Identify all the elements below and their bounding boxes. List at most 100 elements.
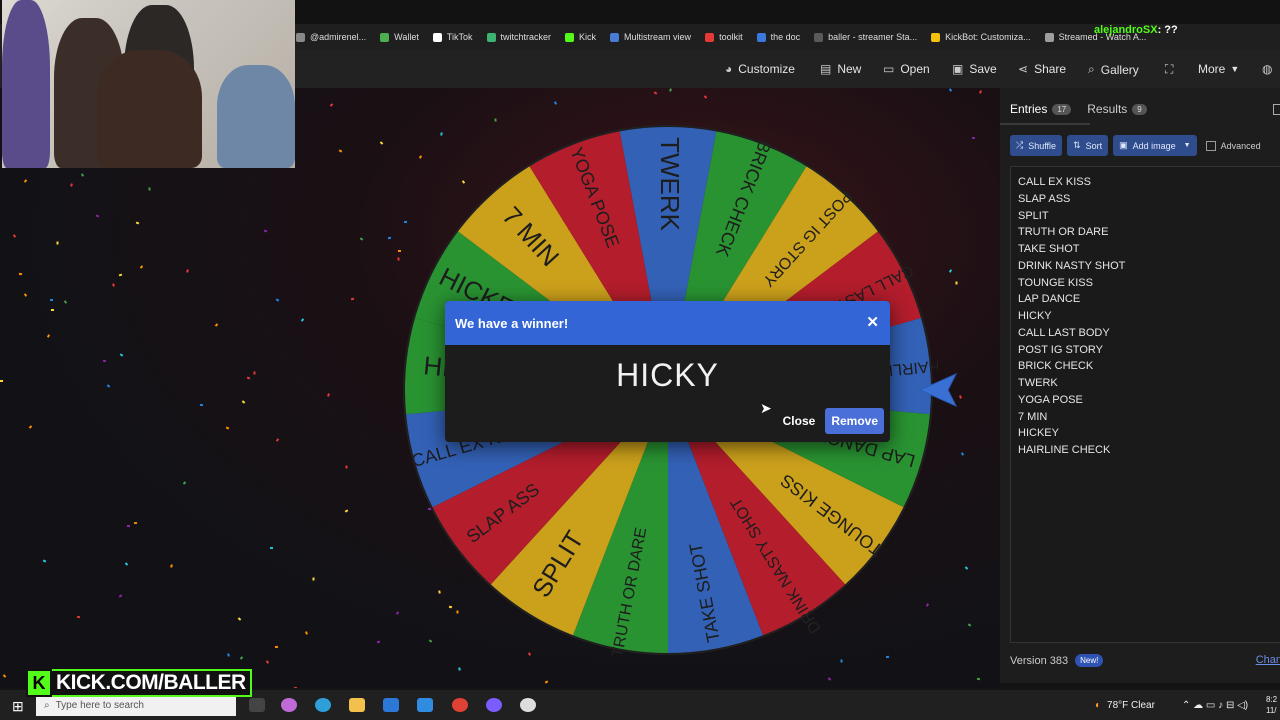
shuffle-button[interactable]: ⤮ Shuffle	[1010, 135, 1063, 156]
entry-line: 7 MIN	[1018, 410, 1048, 423]
confetti-piece	[118, 273, 123, 277]
system-tray-icons[interactable]: ⌃ ☁ ▭ ♪ ⊟ ◁)	[1182, 700, 1248, 711]
entry-line: DRINK NASTY SHOT	[1018, 259, 1126, 272]
confetti-piece	[133, 521, 138, 525]
task-view-icon[interactable]	[249, 698, 265, 712]
confetti-piece	[544, 680, 549, 684]
confetti-piece	[76, 615, 81, 619]
confetti-piece	[18, 272, 23, 276]
confetti-piece	[274, 645, 279, 649]
confetti-piece	[0, 380, 3, 382]
confetti-piece	[70, 183, 73, 187]
confetti-piece	[112, 283, 115, 287]
confetti-piece	[182, 481, 187, 485]
sort-icon: ⇅	[1073, 140, 1081, 150]
windows-start-icon[interactable]: ⊞	[12, 698, 24, 715]
mail-icon[interactable]	[417, 698, 433, 712]
entry-line: TRUTH OR DARE	[1018, 226, 1109, 239]
image-icon: ▣	[1119, 140, 1128, 150]
confetti-piece	[23, 293, 28, 297]
bookmark-item[interactable]: TikTok	[432, 32, 473, 42]
weather-widget[interactable]: ◐ 78°F Clear	[1095, 700, 1155, 711]
discord-icon[interactable]	[486, 698, 502, 712]
save-button[interactable]: ▣ Save	[952, 62, 997, 76]
bookmark-item[interactable]: the doc	[756, 32, 800, 42]
bookmark-icon	[931, 32, 941, 42]
weather-icon: ◐	[1095, 700, 1102, 711]
bookmark-icon	[565, 32, 575, 42]
bookmark-item[interactable]: @admirenel...	[296, 32, 366, 42]
more-button[interactable]: More ▼	[1198, 62, 1239, 76]
sort-button[interactable]: ⇅ Sort	[1067, 135, 1109, 156]
dialog-header: We have a winner! ✕	[445, 301, 890, 345]
confetti-piece	[269, 546, 274, 550]
new-button[interactable]: ▤ New	[820, 62, 861, 76]
version-label: Version 383 New!	[1010, 654, 1104, 667]
bookmark-item[interactable]: Multistream view	[610, 32, 691, 42]
changelog-link[interactable]: Chan	[1256, 654, 1280, 666]
confetti-piece	[344, 509, 349, 513]
confetti-piece	[300, 318, 305, 322]
edge-icon[interactable]	[315, 698, 331, 712]
share-button[interactable]: ⋖ Share	[1018, 62, 1066, 76]
store-icon[interactable]	[383, 698, 399, 712]
checkbox-box[interactable]	[1205, 140, 1216, 151]
confetti-piece	[553, 101, 558, 105]
bookmark-icon	[296, 32, 305, 42]
confetti-piece	[80, 173, 85, 177]
person-figure	[2, 0, 50, 168]
fullscreen-button[interactable]: ⛶	[1165, 62, 1179, 77]
confetti-piece	[329, 103, 334, 107]
bookmark-item[interactable]: Wallet	[380, 32, 419, 42]
remove-button[interactable]: Remove	[825, 408, 884, 434]
obs-icon[interactable]	[520, 698, 536, 712]
hide-panel-icon[interactable]	[1273, 104, 1280, 115]
confetti-piece	[345, 465, 348, 469]
confetti-piece	[50, 308, 55, 312]
tab-results[interactable]: Results 9	[1087, 102, 1147, 116]
confetti-piece	[237, 617, 242, 621]
bookmark-item[interactable]: twitchtracker	[486, 32, 551, 42]
entry-line: SLAP ASS	[1018, 192, 1071, 205]
customize-button[interactable]: ◕ Customize	[725, 62, 795, 76]
add-image-button[interactable]: ▣ Add image ▼	[1113, 135, 1197, 156]
chrome-icon[interactable]	[452, 698, 468, 712]
bookmark-icon	[756, 32, 766, 42]
entries-panel: Entries 17 Results 9 ⤮ Shuffle ⇅ Sort ▣ Add i…	[1000, 88, 1280, 683]
advanced-checkbox[interactable]: Advanced	[1205, 135, 1261, 156]
bookmark-icon	[705, 32, 715, 42]
copilot-icon[interactable]	[281, 698, 297, 712]
gallery-button[interactable]: ⌕ Gallery	[1088, 62, 1139, 77]
confetti-piece	[46, 334, 51, 338]
kick-overlay-banner: K KICK.COM/BALLER	[26, 668, 252, 698]
confetti-piece	[967, 623, 972, 627]
entry-line: LAP DANCE	[1018, 293, 1081, 306]
confetti-piece	[246, 376, 251, 380]
open-button[interactable]: ▭ Open	[883, 62, 930, 76]
language-button[interactable]: ◍	[1262, 62, 1278, 76]
close-icon[interactable]: ✕	[866, 313, 879, 331]
share-icon: ⋖	[1018, 62, 1029, 76]
entries-textarea[interactable]: CALL EX KISS SLAP ASS SPLIT TRUTH OR DARE TA…	[1010, 166, 1280, 643]
confetti-piece	[293, 686, 298, 688]
bookmark-item[interactable]: toolkit	[705, 32, 743, 42]
close-button[interactable]: Close	[773, 408, 826, 434]
entry-line: YOGA POSE	[1018, 393, 1083, 406]
confetti-piece	[102, 359, 107, 363]
tab-entries[interactable]: Entries 17	[1010, 102, 1072, 116]
clock[interactable]: 8:2 11/	[1266, 694, 1277, 716]
confetti-piece	[827, 677, 832, 681]
confetti-piece	[653, 91, 658, 95]
confetti-piece	[126, 524, 131, 528]
file-explorer-icon[interactable]	[349, 698, 365, 712]
bookmark-item[interactable]: KickBot: Customiza...	[931, 32, 1031, 42]
confetti-piece	[959, 395, 962, 399]
winner-dialog: We have a winner! ✕ HICKY Close Remove	[445, 301, 890, 442]
chat-text: : ??	[1157, 24, 1178, 36]
bookmark-item[interactable]: Kick	[565, 32, 596, 42]
bookmark-item[interactable]: baller - streamer Sta...	[814, 32, 917, 42]
bookmark-icon	[1044, 32, 1054, 42]
new-badge: New!	[1075, 654, 1104, 667]
person-figure	[217, 65, 295, 168]
confetti-piece	[312, 577, 315, 581]
